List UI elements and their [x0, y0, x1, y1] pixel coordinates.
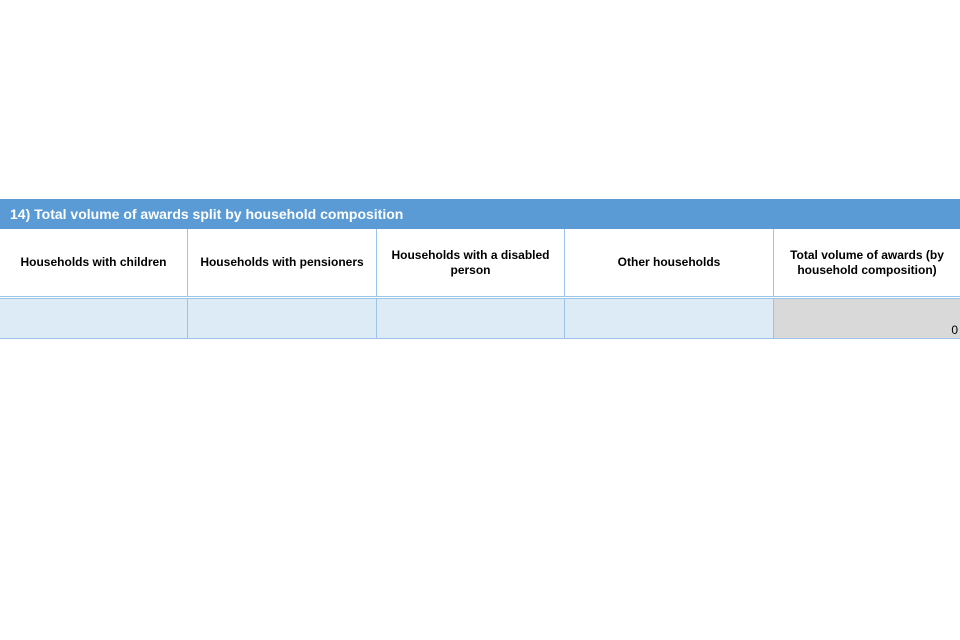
header-households-with-pensioners[interactable]: Households with pensioners — [188, 229, 377, 297]
input-cell-households-with-disabled-person[interactable] — [377, 298, 565, 339]
total-value: 0 — [951, 323, 958, 337]
input-cell-other-households[interactable] — [565, 298, 774, 339]
awards-table: Households with children Households with… — [0, 229, 960, 339]
input-cell-households-with-pensioners[interactable] — [188, 298, 377, 339]
input-cell-households-with-children[interactable] — [0, 298, 188, 339]
header-households-with-disabled-person[interactable]: Households with a disabled person — [377, 229, 565, 297]
header-total-volume-of-awards[interactable]: Total volume of awards (by household com… — [774, 229, 960, 297]
spreadsheet-view: 14) Total volume of awards split by hous… — [0, 0, 960, 640]
header-households-with-children[interactable]: Households with children — [0, 229, 188, 297]
section-title: 14) Total volume of awards split by hous… — [0, 199, 960, 229]
header-other-households[interactable]: Other households — [565, 229, 774, 297]
total-cell[interactable]: 0 — [774, 298, 960, 339]
